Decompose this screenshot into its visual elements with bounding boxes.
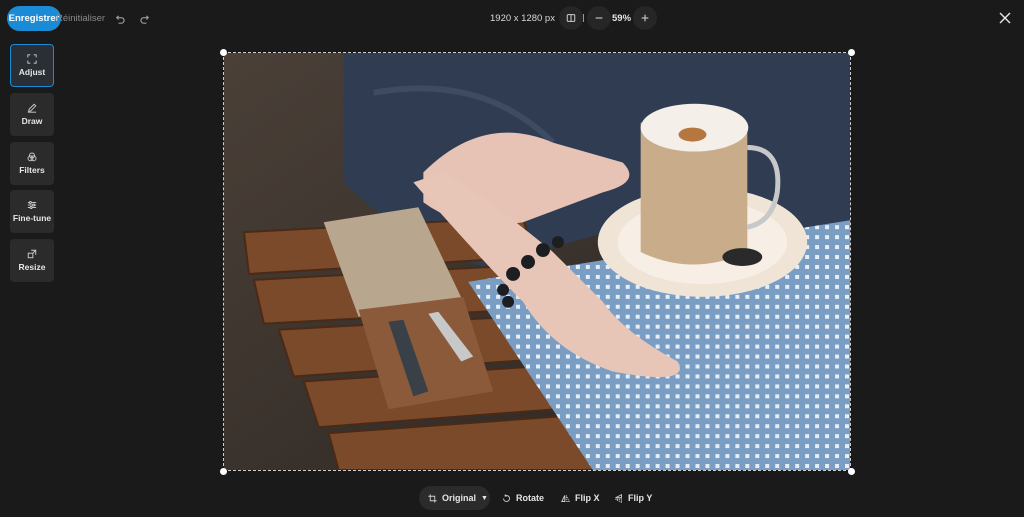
crop-handle-top-left[interactable] bbox=[220, 49, 227, 56]
sidebar-item-label: Adjust bbox=[18, 67, 46, 77]
flip-y-icon bbox=[615, 493, 622, 503]
aspect-ratio-label: Original bbox=[442, 493, 477, 503]
photo-image bbox=[224, 53, 850, 470]
chevron-down-icon: ▼ bbox=[481, 494, 488, 502]
rotate-icon bbox=[503, 493, 510, 502]
sidebar-item-label: Resize bbox=[18, 262, 46, 272]
pencil-icon bbox=[27, 103, 37, 113]
sidebar-item-resize[interactable]: Resize bbox=[10, 239, 54, 282]
flip-y-button[interactable]: Flip Y bbox=[614, 486, 652, 510]
crop-handle-bottom-right[interactable] bbox=[848, 468, 855, 475]
crop-handle-bottom-left[interactable] bbox=[220, 468, 227, 475]
sidebar-item-label: Filters bbox=[19, 165, 45, 175]
rotate-label: Rotate bbox=[516, 493, 545, 503]
crop-icon bbox=[428, 493, 437, 503]
sliders-icon bbox=[27, 201, 37, 209]
flip-x-label: Flip X bbox=[575, 493, 600, 503]
sidebar-item-fine-tune[interactable]: Fine-tune bbox=[10, 190, 54, 233]
reset-button[interactable]: Réinitialiser bbox=[56, 8, 105, 29]
close-icon[interactable] bbox=[995, 8, 1015, 28]
crop-icon bbox=[27, 54, 37, 64]
sidebar-item-adjust[interactable]: Adjust bbox=[10, 44, 54, 87]
image-dimensions: 1920 x 1280 px bbox=[490, 13, 555, 24]
redo-icon[interactable] bbox=[135, 9, 155, 29]
toolbar-divider bbox=[583, 14, 584, 22]
flip-x-icon bbox=[561, 494, 570, 502]
flip-y-label: Flip Y bbox=[628, 493, 653, 503]
sidebar-item-label: Draw bbox=[21, 116, 43, 126]
sidebar-item-label: Fine-tune bbox=[12, 213, 52, 223]
zoom-level: 59% bbox=[612, 13, 632, 24]
zoom-in-icon[interactable] bbox=[633, 6, 657, 30]
resize-icon bbox=[27, 249, 37, 259]
crop-handle-top-right[interactable] bbox=[848, 49, 855, 56]
filters-icon bbox=[27, 152, 37, 162]
compare-icon[interactable] bbox=[559, 6, 583, 30]
undo-icon[interactable] bbox=[109, 9, 129, 29]
flip-x-button[interactable]: Flip X bbox=[561, 486, 600, 510]
image-canvas[interactable] bbox=[223, 52, 851, 471]
sidebar-item-filters[interactable]: Filters bbox=[10, 142, 54, 185]
save-button[interactable]: Enregistrer bbox=[7, 6, 61, 31]
zoom-out-icon[interactable] bbox=[587, 6, 611, 30]
aspect-ratio-dropdown[interactable]: Original ▼ bbox=[419, 486, 490, 510]
rotate-button[interactable]: Rotate bbox=[502, 486, 544, 510]
sidebar-item-draw[interactable]: Draw bbox=[10, 93, 54, 136]
